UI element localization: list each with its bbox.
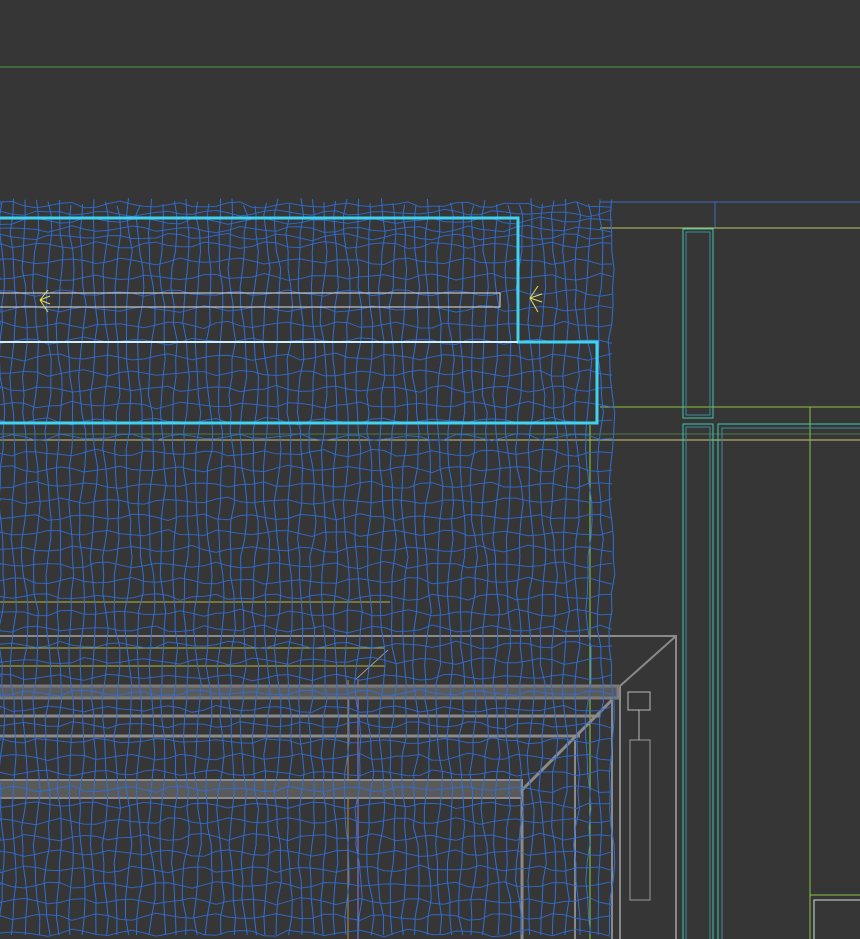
mesh-ring-line	[0, 720, 613, 730]
mesh-fold-line	[388, 203, 398, 936]
mesh-ring-line	[0, 928, 613, 938]
mesh-ring-line	[0, 769, 613, 777]
mesh-ring-line	[0, 832, 613, 842]
door-panel	[813, 899, 860, 939]
mesh-ring-line	[0, 272, 613, 281]
mesh-fold-line	[480, 200, 489, 936]
mesh-fold-line	[469, 205, 478, 936]
mesh-ring-line	[0, 912, 613, 921]
mesh-fold-line	[319, 201, 328, 936]
mesh-fold-line	[101, 201, 109, 936]
mesh-fold-line	[55, 199, 64, 936]
mesh-ring-line	[0, 369, 613, 378]
3d-viewport[interactable]	[0, 0, 860, 939]
mesh-ring-line	[0, 241, 613, 249]
mesh-fold-line	[423, 198, 432, 936]
mesh-fold-line	[239, 205, 248, 936]
mesh-ring-line	[0, 208, 613, 218]
mesh-fold-line	[366, 203, 375, 936]
mesh-fold-line	[596, 199, 605, 936]
wireframe-scene	[0, 66, 860, 939]
mesh-fold-line	[492, 204, 501, 936]
lamp	[629, 739, 651, 901]
mesh-fold-line	[400, 204, 409, 936]
mesh-ring-line	[0, 864, 613, 874]
door-frame	[685, 426, 711, 939]
mesh-ring-line	[0, 232, 613, 242]
door-panel	[717, 423, 860, 939]
mesh-fold-line	[147, 198, 156, 936]
door-frame	[685, 231, 711, 416]
mesh-fold-line	[67, 205, 75, 936]
mesh-fold-line	[158, 204, 167, 936]
mesh-fold-line	[504, 204, 512, 936]
mesh-fold-line	[285, 204, 294, 936]
mesh-ring-line	[0, 608, 613, 617]
mesh-fold-line	[78, 203, 87, 936]
mesh-ring-line	[0, 320, 613, 330]
door-panel	[721, 427, 860, 939]
mesh-fold-line	[549, 200, 559, 936]
mesh-ring-line	[0, 513, 613, 522]
mesh-fold-line	[377, 198, 386, 936]
mesh-fold-line	[113, 205, 122, 935]
mesh-fold-line	[193, 201, 202, 936]
mesh-fold-line	[20, 199, 29, 936]
mesh-fold-line	[411, 204, 421, 936]
lamp	[627, 691, 651, 711]
mesh-ring-line	[0, 656, 613, 666]
mesh-ring-line	[0, 496, 613, 505]
mesh-ring-line	[0, 448, 613, 458]
mesh-ring-line	[0, 464, 613, 474]
mesh-ring-line	[0, 224, 613, 234]
mesh-fold-line	[446, 202, 455, 936]
bed-edge	[619, 635, 677, 687]
mesh-ring-line	[0, 737, 613, 745]
door-frame	[682, 423, 714, 939]
mesh-fold-line	[538, 203, 547, 936]
mesh-fold-line	[135, 205, 145, 936]
mesh-ring-line	[0, 593, 613, 602]
mesh-fold-line	[204, 203, 214, 936]
mesh-ring-line	[0, 881, 613, 889]
mesh-fold-line	[561, 199, 570, 936]
mesh-fold-line	[435, 205, 444, 936]
mesh-fold-line	[251, 205, 260, 936]
mesh-fold-line	[262, 202, 271, 936]
mesh-fold-line	[584, 203, 593, 936]
mesh-ring-line	[0, 704, 613, 713]
door-frame	[682, 228, 714, 419]
mesh-ring-line	[0, 576, 613, 585]
